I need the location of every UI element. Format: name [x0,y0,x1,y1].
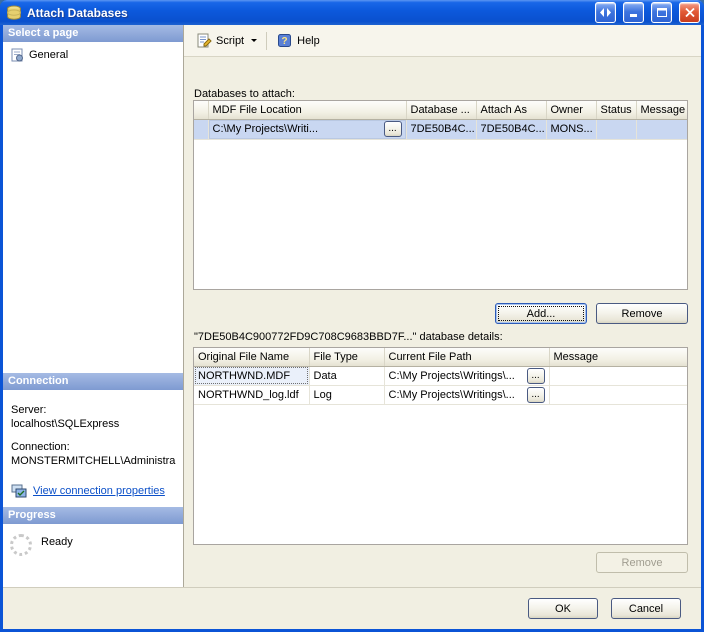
attach-database-icon [6,5,22,21]
dock-arrows-icon [600,8,611,17]
server-label: Server: [11,404,47,416]
column-header-status: Status [596,101,637,120]
status-cell[interactable] [596,119,637,140]
close-icon [684,8,695,17]
browse-log-file-button[interactable]: ... [526,386,545,403]
connection-value: MONSTERMITCHELL\Administra [11,455,176,467]
script-button-label: Script [216,34,245,47]
maximize-icon [656,8,667,17]
details-remove-button: Remove [596,552,688,573]
help-icon: ? [278,33,293,48]
script-button[interactable]: Script [191,29,263,52]
progress-header: Progress [3,507,183,524]
owner-cell[interactable]: MONS... [546,119,597,140]
row-selector-column-header [194,101,209,120]
column-header-attach-as: Attach As [476,101,547,120]
database-details-grid: Original File Name File Type Current Fil… [193,347,688,545]
details-grid-row[interactable]: NORTHWND_log.ldf Log C:\My Projects\Writ… [194,385,687,405]
general-page-icon [10,48,24,62]
column-header-message: Message [549,348,687,367]
main-panel: Script ? Help Databases to attach: MDF F… [184,25,701,587]
ok-button[interactable]: OK [528,598,598,619]
select-a-page-header: Select a page [3,25,183,42]
column-header-message: Message [636,101,687,120]
current-file-path-cell[interactable]: C:\My Projects\Writings\... ... [384,385,550,405]
connection-label: Connection: [11,441,70,453]
remove-button[interactable]: Remove [596,303,688,324]
help-button[interactable]: ? Help [272,29,326,52]
details-grid-row[interactable]: NORTHWND.MDF Data C:\My Projects\Writing… [194,366,687,386]
column-header-current-file-path: Current File Path [384,348,550,367]
svg-text:?: ? [282,36,288,47]
column-header-original-file-name: Original File Name [194,348,310,367]
column-header-owner: Owner [546,101,597,120]
column-header-file-type: File Type [309,348,385,367]
file-type-cell[interactable]: Data [309,366,385,386]
toolbar: Script ? Help [184,25,701,57]
message-cell[interactable] [549,385,687,405]
current-file-path-cell[interactable]: C:\My Projects\Writings\... ... [384,366,550,386]
connection-properties-icon [11,484,27,498]
message-cell[interactable] [636,119,687,140]
column-header-mdf-file-location: MDF File Location [208,101,407,120]
view-connection-properties-link[interactable]: View connection properties [33,484,165,498]
databases-to-attach-grid: MDF File Location Database ... Attach As… [193,100,688,290]
attach-databases-dialog: Attach Databases Select a page General C… [0,0,704,632]
original-file-name-cell[interactable]: NORTHWND.MDF [194,366,310,386]
script-dropdown-arrow-icon [251,39,258,42]
row-selector-cell[interactable] [194,119,209,140]
titlebar[interactable]: Attach Databases [0,0,704,25]
browse-data-file-button[interactable]: ... [526,367,545,384]
mdf-file-location-cell[interactable]: C:\My Projects\Writi... ... [208,119,407,140]
window-minimize-button[interactable] [623,2,644,23]
help-button-label: Help [297,34,320,47]
add-button[interactable]: Add... [495,303,587,324]
attach-grid-row[interactable]: C:\My Projects\Writi... ... 7DE50B4C... … [194,119,687,140]
connection-header: Connection [3,373,183,390]
database-name-cell[interactable]: 7DE50B4C... [406,119,477,140]
attach-as-cell[interactable]: 7DE50B4C... [476,119,547,140]
progress-status: Ready [41,536,73,548]
window-dock-arrows-button[interactable] [595,2,616,23]
sidebar-item-general[interactable]: General [3,42,183,62]
window-title: Attach Databases [27,5,128,20]
window-close-button[interactable] [679,2,700,23]
file-type-cell[interactable]: Log [309,385,385,405]
database-details-label: "7DE50B4C900772FD9C708C9683BBD7F..." dat… [194,331,503,343]
window-maximize-button[interactable] [651,2,672,23]
cancel-button[interactable]: Cancel [611,598,681,619]
footer: OK Cancel [3,587,701,629]
sidebar-item-general-label: General [29,49,69,61]
minimize-icon [629,14,637,17]
browse-mdf-button[interactable]: ... [383,121,402,137]
sidebar: Select a page General Connection Server:… [3,25,184,587]
column-header-database-name: Database ... [406,101,477,120]
message-cell[interactable] [549,366,687,386]
toolbar-separator [266,31,268,50]
server-value: localhost\SQLExpress [11,418,120,430]
databases-to-attach-label: Databases to attach: [194,88,295,100]
progress-spinner-icon [10,534,32,556]
script-icon [197,33,212,48]
original-file-name-cell[interactable]: NORTHWND_log.ldf [194,385,310,405]
